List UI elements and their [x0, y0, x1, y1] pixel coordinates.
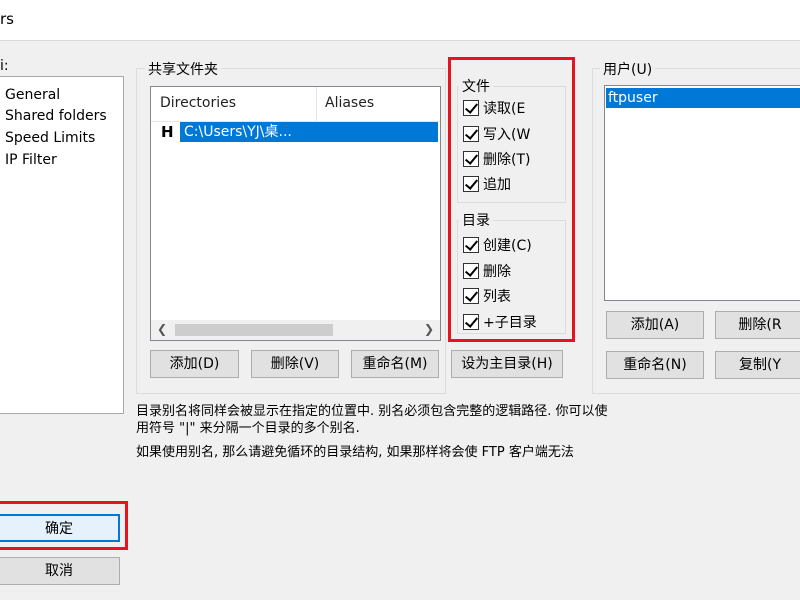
- permissions-highlight-box: [448, 57, 575, 342]
- home-directory-marker: H: [161, 123, 174, 141]
- info-text-line-3: 如果使用别名, 那么请避免循环的目录结构, 如果那样将会使 FTP 客户端无法: [136, 445, 574, 460]
- column-separator[interactable]: [316, 87, 317, 121]
- tree-item-general[interactable]: General: [5, 87, 60, 103]
- ok-button[interactable]: 确定: [0, 514, 120, 542]
- rename-directory-button[interactable]: 重命名(M): [351, 350, 439, 378]
- column-directories[interactable]: Directories: [160, 95, 236, 111]
- users-list[interactable]: ftpuser: [604, 85, 800, 301]
- tree-item-shared-folders[interactable]: Shared folders: [5, 108, 107, 124]
- scrollbar-thumb[interactable]: [175, 324, 333, 336]
- user-row-selected[interactable]: ftpuser: [606, 88, 800, 108]
- page-tree[interactable]: General Shared folders Speed Limits IP F…: [0, 76, 124, 414]
- scroll-right-icon[interactable]: ❯: [424, 322, 434, 336]
- set-home-directory-button[interactable]: 设为主目录(H): [451, 350, 563, 378]
- info-text-line-2: 用符号 "|" 来分隔一个目录的多个别名.: [136, 421, 360, 436]
- page-label: i:: [0, 58, 9, 74]
- column-aliases[interactable]: Aliases: [325, 95, 374, 111]
- tree-item-ip-filter[interactable]: IP Filter: [5, 152, 57, 168]
- copy-user-button[interactable]: 复制(Y: [715, 351, 800, 379]
- add-user-button[interactable]: 添加(A): [606, 311, 704, 339]
- directories-list[interactable]: Directories Aliases H C:\Users\YJ\桌... ❮…: [150, 86, 441, 341]
- remove-directory-button[interactable]: 删除(V): [251, 350, 339, 378]
- scroll-left-icon[interactable]: ❮: [157, 322, 167, 336]
- title-bar: rs: [0, 0, 800, 41]
- cancel-button[interactable]: 取消: [0, 557, 120, 585]
- add-directory-button[interactable]: 添加(D): [150, 350, 239, 378]
- rename-user-button[interactable]: 重命名(N): [606, 351, 704, 379]
- shared-folders-title: 共享文件夹: [145, 59, 221, 79]
- directory-row-selected[interactable]: C:\Users\YJ\桌...: [180, 122, 438, 142]
- remove-user-button[interactable]: 删除(R: [715, 311, 800, 339]
- info-text-line-1: 目录别名将同样会被显示在指定的位置中. 别名必须包含完整的逻辑路径. 你可以使: [136, 404, 608, 419]
- horizontal-scrollbar[interactable]: ❮ ❯: [151, 320, 440, 340]
- tree-item-speed-limits[interactable]: Speed Limits: [5, 130, 95, 146]
- users-title: 用户(U): [600, 59, 656, 79]
- list-header: Directories Aliases: [151, 87, 440, 122]
- window-title: rs: [0, 10, 14, 28]
